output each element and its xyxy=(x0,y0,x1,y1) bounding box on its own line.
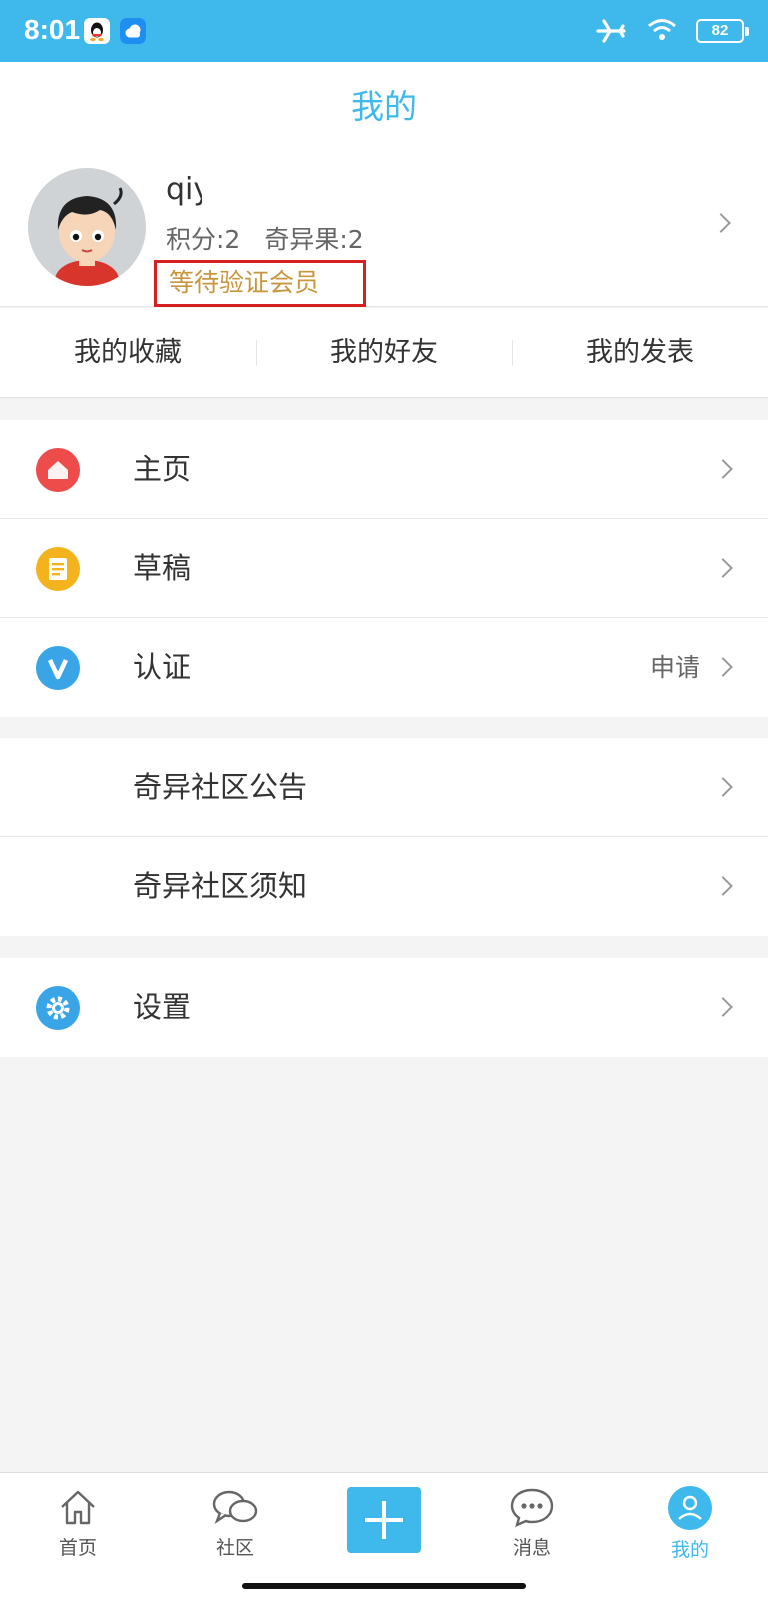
tab-profile[interactable]: 我的 xyxy=(640,1485,740,1562)
tab-home[interactable]: 首页 xyxy=(28,1485,128,1560)
chat-bubbles-icon xyxy=(212,1490,258,1525)
chevron-right-icon xyxy=(713,558,733,578)
chevron-right-icon xyxy=(713,657,733,677)
tab-label: 社区 xyxy=(215,1537,254,1559)
tab-community[interactable]: 社区 xyxy=(185,1485,285,1560)
menu-item-guidelines[interactable]: 奇异社区须知 xyxy=(0,837,768,936)
profile-stats: 积分:2 奇异果:2 xyxy=(166,220,364,256)
airplane-mode-icon xyxy=(596,19,626,43)
member-status-badge: 等待验证会员 xyxy=(154,260,366,307)
chevron-right-icon xyxy=(711,213,731,233)
verify-apply-value: 申请 xyxy=(649,653,700,682)
points-label: 积分:2 xyxy=(166,225,241,254)
title-bar: 我的 xyxy=(0,62,768,154)
home-outline-icon xyxy=(61,1490,95,1525)
fruit-label: 奇异果:2 xyxy=(264,225,364,254)
tab-messages[interactable]: 消息 xyxy=(482,1485,582,1560)
chevron-right-icon xyxy=(713,997,733,1017)
tab-label: 首页 xyxy=(58,1537,97,1559)
verify-icon xyxy=(36,646,80,690)
message-icon xyxy=(510,1488,554,1528)
menu-item-verify[interactable]: 认证 申请 xyxy=(0,618,768,717)
home-indicator xyxy=(242,1583,526,1589)
menu-item-label: 奇异社区公告 xyxy=(133,770,308,804)
draft-icon xyxy=(36,547,80,591)
menu-item-label: 设置 xyxy=(133,990,192,1024)
menu-group-main: 主页 草稿 认证 申请 xyxy=(0,420,768,717)
profile-icon xyxy=(668,1486,712,1530)
settings-icon xyxy=(36,986,80,1030)
avatar[interactable] xyxy=(28,168,146,286)
menu-group-community: 奇异社区公告 奇异社区须知 xyxy=(0,738,768,936)
chevron-right-icon xyxy=(713,459,733,479)
menu-item-label: 主页 xyxy=(133,452,192,486)
menu-item-label: 认证 xyxy=(133,650,192,684)
tab-label: 我的 xyxy=(670,1539,709,1561)
quick-links: 我的收藏 我的好友 我的发表 xyxy=(0,308,768,398)
page-title: 我的 xyxy=(351,87,417,126)
menu-item-announcement[interactable]: 奇异社区公告 xyxy=(0,738,768,837)
tab-label: 消息 xyxy=(512,1537,551,1559)
battery-icon: 82 xyxy=(696,19,749,43)
status-time: 8:01 xyxy=(24,14,81,45)
plus-icon[interactable] xyxy=(347,1487,421,1553)
menu-item-label: 草稿 xyxy=(133,551,192,585)
username: qiy xyxy=(166,172,202,207)
quick-link-posts[interactable]: 我的发表 xyxy=(512,308,768,397)
menu-item-drafts[interactable]: 草稿 xyxy=(0,519,768,618)
status-bar: 8:01 82 xyxy=(0,0,768,62)
bottom-tab-bar: 首页 社区 消息 我的 xyxy=(0,1472,768,1600)
cloud-icon xyxy=(120,18,146,44)
chevron-right-icon xyxy=(713,777,733,797)
quick-link-friends[interactable]: 我的好友 xyxy=(256,308,512,397)
menu-item-settings[interactable]: 设置 xyxy=(0,958,768,1057)
menu-group-settings: 设置 xyxy=(0,958,768,1057)
qq-icon xyxy=(84,18,110,44)
chevron-right-icon xyxy=(713,876,733,896)
menu-item-home[interactable]: 主页 xyxy=(0,420,768,519)
wifi-icon xyxy=(648,19,676,40)
menu-item-label: 奇异社区须知 xyxy=(133,869,308,903)
profile-card[interactable]: qiy 积分:2 奇异果:2 等待验证会员 xyxy=(0,154,768,307)
home-icon xyxy=(36,448,80,492)
quick-link-favorites[interactable]: 我的收藏 xyxy=(0,308,256,397)
